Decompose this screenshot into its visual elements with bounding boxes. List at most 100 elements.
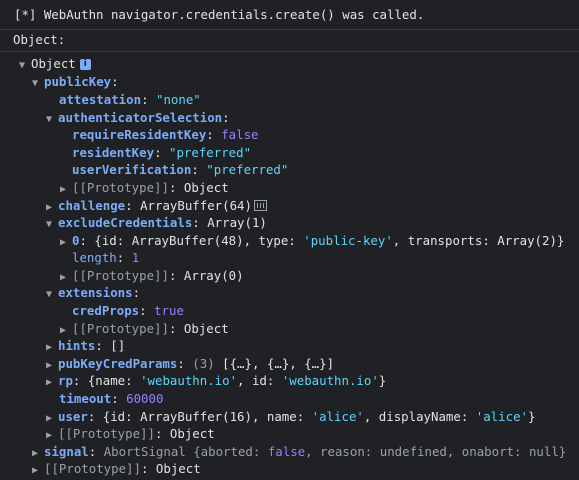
collapsed-triangle-icon[interactable]: ▶ [46,339,58,357]
tree-row-prototype-array[interactable]: ▶ [[Prototype]]: Array(0) [60,267,579,285]
value-user-name: 'alice' [311,409,364,424]
value-prototype: Array(0) [183,268,244,283]
key-credprops: credProps [72,303,140,318]
key-authenticatorselection: authenticatorSelection [58,110,223,125]
collapsed-triangle-icon[interactable]: ▶ [32,462,44,480]
devtools-console: [*] WebAuthn navigator.credentials.creat… [0,0,579,480]
tree-row-publickey[interactable]: ▼ publicKey: [32,73,579,91]
tree-row-signal[interactable]: ▶ signal: AbortSignal {aborted: false, re… [32,443,579,461]
key-requireresidentkey: requireResidentKey [72,127,207,142]
value-prototype: Object [183,321,229,336]
value-signal-prefix: AbortSignal {aborted: [103,444,268,459]
value-rp-close: } [378,373,387,388]
value-challenge: ArrayBuffer(64) [140,198,252,213]
key-prototype: [[Prototype]] [72,180,169,195]
tree-row-extensions[interactable]: ▼ extensions: [46,284,579,302]
tree-row-excludecredentials[interactable]: ▼ excludeCredentials: Array(1) [46,214,579,232]
tree-row-rp[interactable]: ▶ rp: {name: 'webauthn.io', id: 'webauthn… [46,372,579,390]
console-object-label: Object: [0,29,579,52]
expanded-triangle-icon[interactable]: ▼ [32,75,44,93]
key-pubkeycredparams: pubKeyCredParams [58,356,178,371]
key-extensions: extensions [58,285,133,300]
memory-inspector-icon[interactable] [253,200,267,211]
value-item0-suffix: , transports: Array(2)} [392,233,565,248]
value-signal-close: } [558,444,567,459]
key-residentkey: residentKey [72,145,155,160]
value-excludecredentials: Array(1) [207,215,267,230]
value-rp-mid: , id: [237,373,282,388]
tree-row-prototype-publickey[interactable]: ▶ [[Prototype]]: Object [46,425,579,443]
tree-row-credprops: credProps: true [72,303,184,318]
tree-row-attestation: attestation: "none" [59,92,201,107]
value-pubkeycredparams: [{…}, {…}, {…}] [222,356,335,371]
value-pubkeycredparams-count: (3) [192,356,215,371]
tree-row-hints[interactable]: ▶ hints: [] [46,337,579,355]
value-credprops: true [154,303,184,318]
key-excludecredentials: excludeCredentials [58,215,193,230]
expanded-triangle-icon[interactable]: ▼ [46,286,58,304]
expanded-triangle-icon[interactable]: ▼ [46,111,58,129]
key-prototype: [[Prototype]] [72,268,169,283]
expanded-triangle-icon[interactable]: ▼ [46,216,58,234]
tree-row-timeout: timeout: 60000 [59,391,164,406]
tree-row-item0[interactable]: ▶ 0: {id: ArrayBuffer(48), type: 'public-… [60,232,579,250]
tree-row-prototype-ext[interactable]: ▶ [[Prototype]]: Object [60,320,579,338]
key-user: user [58,409,88,424]
value-requireresidentkey: false [221,127,259,142]
collapsed-triangle-icon[interactable]: ▶ [46,374,58,392]
value-attestation: "none" [155,92,201,107]
tree-row-prototype-root[interactable]: ▶ [[Prototype]]: Object [32,460,579,478]
value-userverification: "preferred" [206,162,289,177]
key-userverification: userVerification [72,162,192,177]
log-message-text: [*] WebAuthn navigator.credentials.creat… [14,7,425,22]
key-rp: rp [58,373,73,388]
tree-row-pubkeycredparams[interactable]: ▶ pubKeyCredParams: (3) [{…}, {…}, {…}] [46,355,579,373]
tree-root-row[interactable]: ▼ Object i [19,55,579,73]
value-residentkey: "preferred" [168,145,252,160]
tree-row-length: length: 1 [72,250,140,265]
key-timeout: timeout [59,391,112,406]
key-challenge: challenge [58,198,126,213]
value-signal-mid2: , onabort: [446,444,529,459]
tree-row-residentkey: residentKey: "preferred" [72,145,252,160]
expanded-triangle-icon[interactable]: ▼ [19,57,31,75]
value-rp-prefix: {name: [87,373,141,388]
value-prototype: Object [183,180,229,195]
value-signal-onabort: null [528,444,559,459]
value-length: 1 [131,250,140,265]
key-hints: hints [58,338,96,353]
tree-row-authenticatorselection[interactable]: ▼ authenticatorSelection: [46,109,579,127]
key-prototype: [[Prototype]] [72,321,169,336]
tree-row-userverification: userVerification: "preferred" [72,162,289,177]
value-rp-name: 'webauthn.io' [140,373,238,388]
object-label-text: Object: [13,32,66,47]
value-user-displayname: 'alice' [475,409,528,424]
key-attestation: attestation [59,92,142,107]
value-user-prefix: {id: ArrayBuffer(16), name: [102,409,312,424]
key-prototype: [[Prototype]] [44,461,141,476]
value-timeout: 60000 [126,391,164,406]
collapsed-triangle-icon[interactable]: ▶ [46,427,58,445]
value-item0-type: 'public-key' [303,233,393,248]
tree-row-challenge[interactable]: ▶ challenge: ArrayBuffer(64) [46,197,579,215]
value-item0-prefix: {id: ArrayBuffer(48), type: [94,233,304,248]
collapsed-triangle-icon[interactable]: ▶ [60,181,72,199]
console-message: [*] WebAuthn navigator.credentials.creat… [0,0,579,30]
value-rp-id: 'webauthn.io' [281,373,379,388]
info-icon[interactable]: i [79,59,91,70]
tree-row-prototype-authsel[interactable]: ▶ [[Prototype]]: Object [60,179,579,197]
key-prototype: [[Prototype]] [58,426,155,441]
value-user-close: } [527,409,536,424]
value-signal-mid: , reason: [305,444,380,459]
value-prototype: Object [155,461,201,476]
value-signal-reason: undefined [379,444,447,459]
value-user-mid: , displayName: [363,409,476,424]
value-signal-aborted: false [267,444,306,459]
tree-row-user[interactable]: ▶ user: {id: ArrayBuffer(16), name: 'alic… [46,408,579,426]
value-prototype: Object [169,426,215,441]
tree-row-requireresidentkey: requireResidentKey: false [72,127,259,142]
root-label: Object [31,56,76,71]
value-hints: [] [110,338,126,353]
collapsed-triangle-icon[interactable]: ▶ [60,234,72,252]
key-length: length [72,250,117,265]
